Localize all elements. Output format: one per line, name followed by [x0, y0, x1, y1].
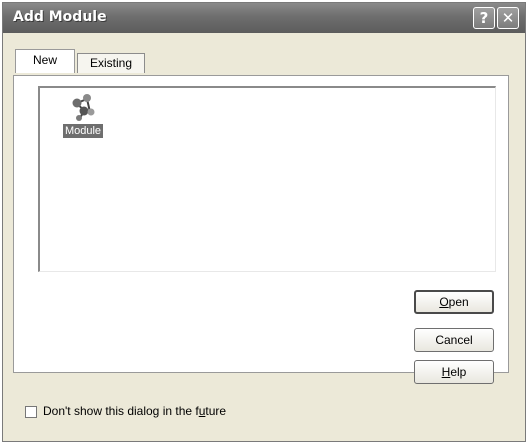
close-icon: ✕ — [501, 9, 515, 27]
question-mark-icon: ? — [479, 9, 489, 27]
title-bar[interactable]: Add Module ? ✕ — [3, 3, 525, 33]
open-mnemonic: O — [439, 295, 449, 309]
dont-show-label-post: ture — [205, 404, 227, 418]
dont-show-again-option: Don't show this dialog in the future — [13, 403, 313, 423]
dont-show-checkbox[interactable] — [25, 406, 37, 418]
dialog-title: Add Module — [13, 9, 107, 25]
dont-show-label-pre: Don't show this dialog in the f — [43, 404, 199, 418]
open-button[interactable]: Open — [414, 290, 494, 314]
tab-panel: Module Open Cancel Help — [13, 75, 509, 384]
help-button[interactable]: Help — [414, 360, 494, 384]
help-title-button[interactable]: ? — [473, 7, 495, 29]
list-item-module[interactable]: Module — [58, 92, 108, 152]
add-module-dialog: Add Module ? ✕ New Existing Module Open … — [2, 2, 526, 442]
cancel-label: Cancel — [435, 333, 473, 347]
tab-new-label: New — [32, 53, 57, 67]
list-item-label: Module — [62, 124, 104, 138]
module-list[interactable]: Module — [38, 86, 496, 272]
tab-existing[interactable]: Existing — [77, 53, 145, 73]
open-label-rest: pen — [448, 295, 469, 309]
help-label-rest: elp — [450, 365, 467, 379]
close-button[interactable]: ✕ — [497, 7, 519, 29]
cancel-button[interactable]: Cancel — [414, 328, 494, 352]
tab-existing-label: Existing — [89, 56, 133, 70]
dont-show-label[interactable]: Don't show this dialog in the future — [43, 404, 226, 418]
tab-new[interactable]: New — [15, 49, 75, 73]
module-icon — [72, 94, 95, 121]
